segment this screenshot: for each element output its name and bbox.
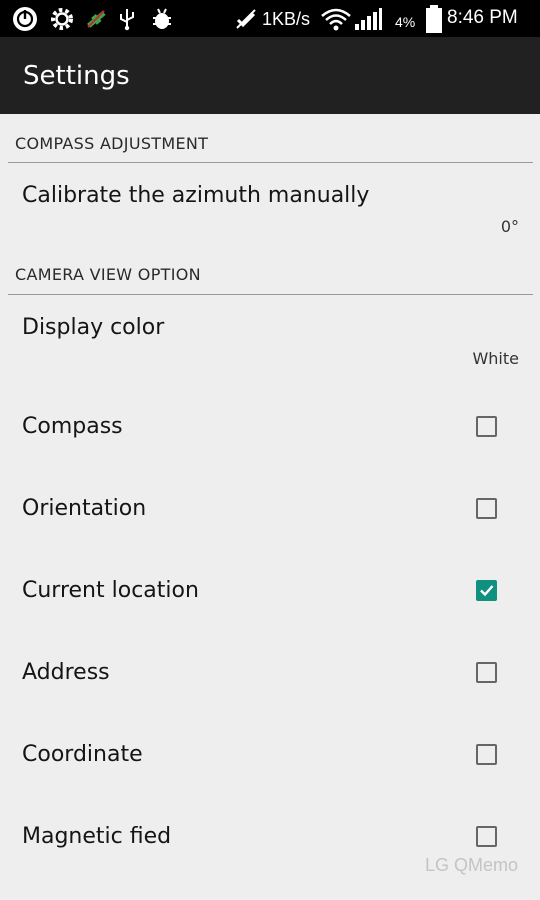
option-coordinate[interactable]: Coordinate: [0, 717, 540, 799]
watermark: LG QMemo: [424, 855, 518, 875]
option-title: Coordinate: [22, 742, 143, 767]
section-header-camera: CAMERA VIEW OPTION: [15, 265, 201, 284]
display-color-value: White: [472, 349, 519, 368]
app-bar: Settings: [0, 37, 540, 114]
battery-icon: [424, 4, 444, 38]
option-title: Magnetic fied: [22, 824, 172, 849]
option-orientation[interactable]: Orientation: [0, 471, 540, 553]
section-header-compass: COMPASS ADJUSTMENT: [15, 134, 209, 153]
satellite-icon: [83, 6, 109, 36]
compass-checkbox[interactable]: [476, 416, 497, 437]
address-checkbox[interactable]: [476, 662, 497, 683]
power-icon: [12, 6, 38, 36]
gear-icon: [49, 6, 75, 36]
option-title: Compass: [22, 414, 123, 439]
orientation-checkbox[interactable]: [476, 498, 497, 519]
settings-list: COMPASS ADJUSTMENT Calibrate the azimuth…: [0, 114, 540, 900]
option-title: Current location: [22, 578, 199, 603]
wifi-icon: [320, 6, 352, 36]
network-speed: 1KB/s: [262, 9, 311, 29]
option-address[interactable]: Address: [0, 635, 540, 717]
option-compass[interactable]: Compass: [0, 389, 540, 471]
option-title: Address: [22, 660, 110, 685]
battery-percent: 4%: [395, 14, 416, 30]
usb-icon: [117, 6, 137, 36]
calibrate-azimuth-value: 0°: [500, 217, 519, 236]
display-color-item[interactable]: Display color White: [0, 295, 540, 389]
signal-icon: [354, 6, 382, 36]
option-title: Orientation: [22, 496, 147, 521]
current-location-checkbox[interactable]: [476, 580, 497, 601]
status-bar: 1KB/s 4% 8:46 PM: [0, 0, 540, 37]
no-sync-icon: [233, 6, 259, 36]
page-title: Settings: [23, 61, 130, 91]
clock: 8:46 PM: [447, 7, 518, 28]
display-color-title: Display color: [22, 315, 165, 340]
magnetic-field-checkbox[interactable]: [476, 826, 497, 847]
coordinate-checkbox[interactable]: [476, 744, 497, 765]
calibrate-azimuth-item[interactable]: Calibrate the azimuth manually 0°: [0, 163, 540, 263]
option-current-location[interactable]: Current location: [0, 553, 540, 635]
bug-icon: [149, 6, 175, 36]
checkmark-icon: [480, 585, 494, 597]
calibrate-azimuth-title: Calibrate the azimuth manually: [22, 183, 370, 208]
